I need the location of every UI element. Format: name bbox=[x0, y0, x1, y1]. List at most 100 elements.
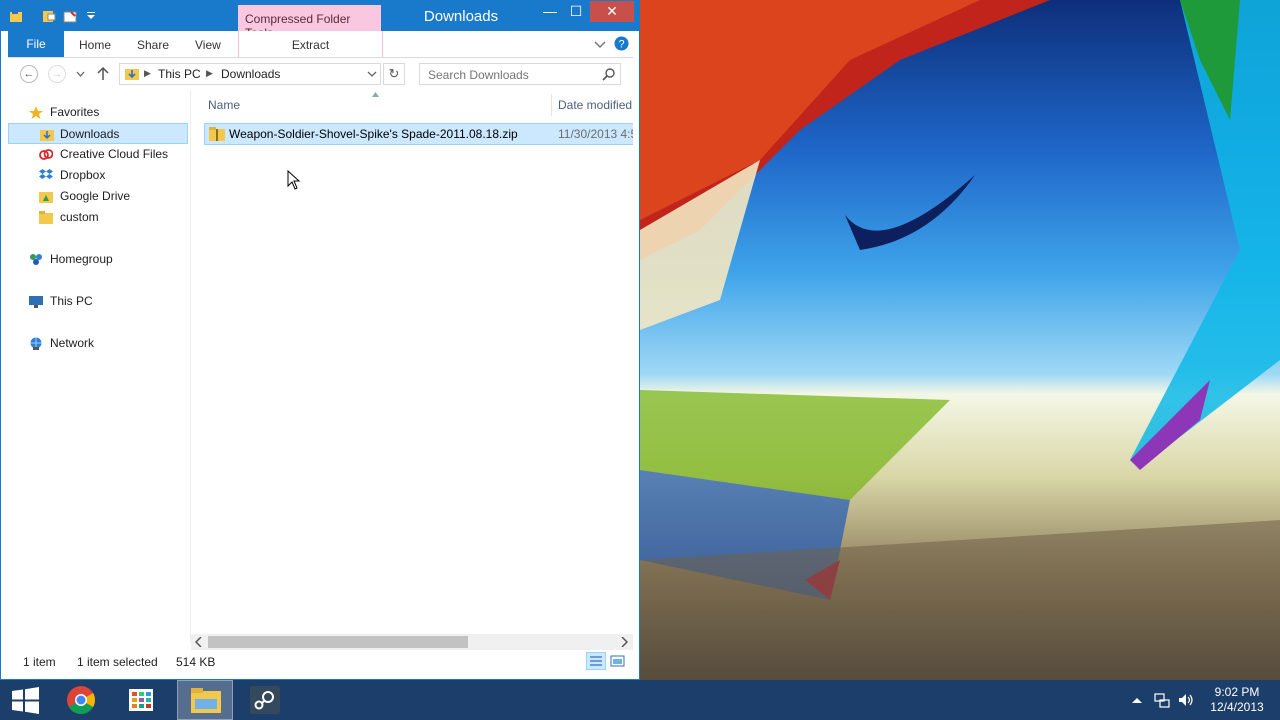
breadcrumb-downloads[interactable]: Downloads bbox=[221, 67, 280, 81]
taskbar: 9:02 PM 12/4/2013 bbox=[0, 680, 1280, 720]
status-item-count: 1 item bbox=[23, 655, 56, 669]
downloads-folder-icon bbox=[40, 130, 54, 141]
dropbox-icon bbox=[39, 169, 53, 179]
start-icon bbox=[12, 687, 39, 714]
search-box[interactable] bbox=[419, 63, 621, 85]
status-size: 514 KB bbox=[176, 655, 216, 669]
properties-icon[interactable] bbox=[42, 9, 56, 23]
zip-folder-icon bbox=[209, 127, 225, 141]
up-button[interactable] bbox=[97, 67, 109, 81]
minimize-button[interactable]: — bbox=[537, 1, 563, 22]
taskbar-store[interactable] bbox=[115, 680, 171, 720]
back-button[interactable]: ← bbox=[20, 65, 38, 83]
tab-home[interactable]: Home bbox=[79, 31, 111, 59]
forward-button[interactable]: → bbox=[48, 65, 66, 83]
nav-downloads-label: Downloads bbox=[60, 127, 120, 141]
file-explorer-icon bbox=[191, 688, 221, 713]
file-list: Name Date modified Weapon-Soldier-Shovel… bbox=[191, 90, 633, 635]
mouse-cursor bbox=[287, 170, 301, 190]
nav-downloads[interactable]: Downloads bbox=[8, 123, 188, 144]
nav-dropbox-label: Dropbox bbox=[60, 168, 106, 182]
show-hidden-icons-icon[interactable] bbox=[1132, 697, 1142, 704]
address-bar[interactable]: ▶ This PC ▶ Downloads bbox=[119, 63, 381, 85]
customize-qat-icon[interactable] bbox=[84, 9, 98, 23]
maximize-button[interactable]: ☐ bbox=[563, 1, 589, 22]
volume-icon[interactable] bbox=[1178, 692, 1194, 708]
nav-custom[interactable]: custom bbox=[8, 207, 188, 228]
expand-ribbon-icon[interactable] bbox=[594, 39, 606, 49]
network-icon bbox=[30, 337, 42, 350]
svg-text:?: ? bbox=[618, 39, 624, 51]
nav-google-drive[interactable]: Google Drive bbox=[8, 186, 188, 207]
nav-network-label: Network bbox=[50, 336, 95, 350]
nav-homegroup[interactable]: Homegroup bbox=[8, 249, 188, 270]
tab-share[interactable]: Share bbox=[137, 31, 169, 59]
ribbon-tabs: File Home Share View Extract ? bbox=[8, 31, 633, 58]
computer-icon bbox=[29, 296, 43, 308]
nav-custom-label: custom bbox=[60, 210, 99, 224]
file-name: Weapon-Soldier-Shovel-Spike's Spade-2011… bbox=[229, 127, 518, 141]
scroll-right-icon[interactable] bbox=[621, 637, 628, 647]
taskbar-steam[interactable] bbox=[238, 680, 294, 720]
column-separator[interactable] bbox=[551, 94, 552, 116]
search-icon[interactable] bbox=[602, 68, 615, 81]
nav-this-pc-label: This PC bbox=[50, 294, 93, 308]
nav-favorites[interactable]: Favorites bbox=[8, 102, 188, 123]
network-tray-icon[interactable] bbox=[1154, 692, 1170, 708]
nav-google-drive-label: Google Drive bbox=[60, 189, 131, 203]
taskbar-chrome[interactable] bbox=[55, 680, 111, 720]
downloads-folder-icon bbox=[125, 69, 139, 80]
column-header-name[interactable]: Name bbox=[208, 98, 240, 112]
breadcrumb-separator: ▶ bbox=[206, 68, 213, 78]
window-title: Downloads bbox=[423, 8, 499, 25]
file-date-modified: 11/30/2013 4:5 bbox=[558, 127, 633, 141]
help-icon[interactable]: ? bbox=[614, 36, 629, 51]
scroll-left-icon[interactable] bbox=[195, 637, 202, 647]
homegroup-icon bbox=[30, 254, 42, 265]
start-button[interactable] bbox=[0, 680, 56, 720]
scroll-thumb[interactable] bbox=[208, 636, 468, 648]
explorer-app-icon[interactable] bbox=[9, 9, 23, 23]
tab-file[interactable]: File bbox=[8, 31, 64, 57]
new-folder-icon[interactable] bbox=[63, 9, 77, 23]
nav-creative-cloud-label: Creative Cloud Files bbox=[60, 147, 169, 161]
nav-homegroup-label: Homegroup bbox=[50, 252, 113, 266]
status-selection: 1 item selected bbox=[77, 655, 158, 669]
search-input[interactable] bbox=[426, 67, 600, 83]
star-icon bbox=[29, 106, 43, 119]
breadcrumb-this-pc[interactable]: This PC bbox=[158, 67, 201, 81]
nav-network[interactable]: Network bbox=[8, 333, 188, 354]
chrome-icon bbox=[67, 686, 95, 714]
title-bar[interactable]: Compressed Folder Tools Downloads — ☐ ✕ bbox=[1, 1, 639, 40]
folder-icon bbox=[39, 211, 53, 224]
refresh-button[interactable]: ↻ bbox=[383, 63, 405, 85]
nav-creative-cloud[interactable]: Creative Cloud Files bbox=[8, 144, 188, 165]
compressed-folder-tools-header: Compressed Folder Tools bbox=[238, 5, 381, 40]
horizontal-scrollbar[interactable] bbox=[191, 634, 633, 650]
taskbar-file-explorer[interactable] bbox=[177, 680, 233, 720]
google-drive-icon bbox=[39, 192, 53, 203]
store-icon bbox=[129, 689, 153, 711]
recent-locations-icon[interactable] bbox=[76, 71, 85, 78]
navigation-pane: Favorites Downloads Creative Cloud Files… bbox=[8, 90, 191, 642]
status-bar: 1 item 1 item selected 514 KB bbox=[8, 651, 633, 673]
creative-cloud-icon bbox=[39, 149, 53, 160]
details-view-icon[interactable] bbox=[586, 652, 606, 670]
breadcrumb-separator: ▶ bbox=[144, 68, 151, 78]
explorer-window: Compressed Folder Tools Downloads — ☐ ✕ … bbox=[0, 0, 640, 680]
nav-dropbox[interactable]: Dropbox bbox=[8, 165, 188, 186]
nav-favorites-label: Favorites bbox=[50, 105, 100, 119]
sort-ascending-icon bbox=[372, 92, 379, 97]
tab-view[interactable]: View bbox=[195, 31, 221, 59]
nav-this-pc[interactable]: This PC bbox=[8, 291, 188, 312]
address-dropdown-icon[interactable] bbox=[367, 71, 377, 78]
steam-icon bbox=[250, 686, 280, 714]
clock-date: 12/4/2013 bbox=[1210, 700, 1264, 714]
large-icons-view-icon[interactable] bbox=[610, 654, 625, 668]
file-row[interactable]: Weapon-Soldier-Shovel-Spike's Spade-2011… bbox=[204, 123, 633, 145]
tab-extract[interactable]: Extract bbox=[238, 31, 383, 57]
address-row: ← → ▶ This PC ▶ Downloads ↻ bbox=[8, 58, 633, 90]
column-header-date-modified[interactable]: Date modified bbox=[558, 98, 632, 112]
system-clock[interactable]: 9:02 PM 12/4/2013 bbox=[1200, 685, 1274, 715]
close-button[interactable]: ✕ bbox=[590, 1, 634, 22]
